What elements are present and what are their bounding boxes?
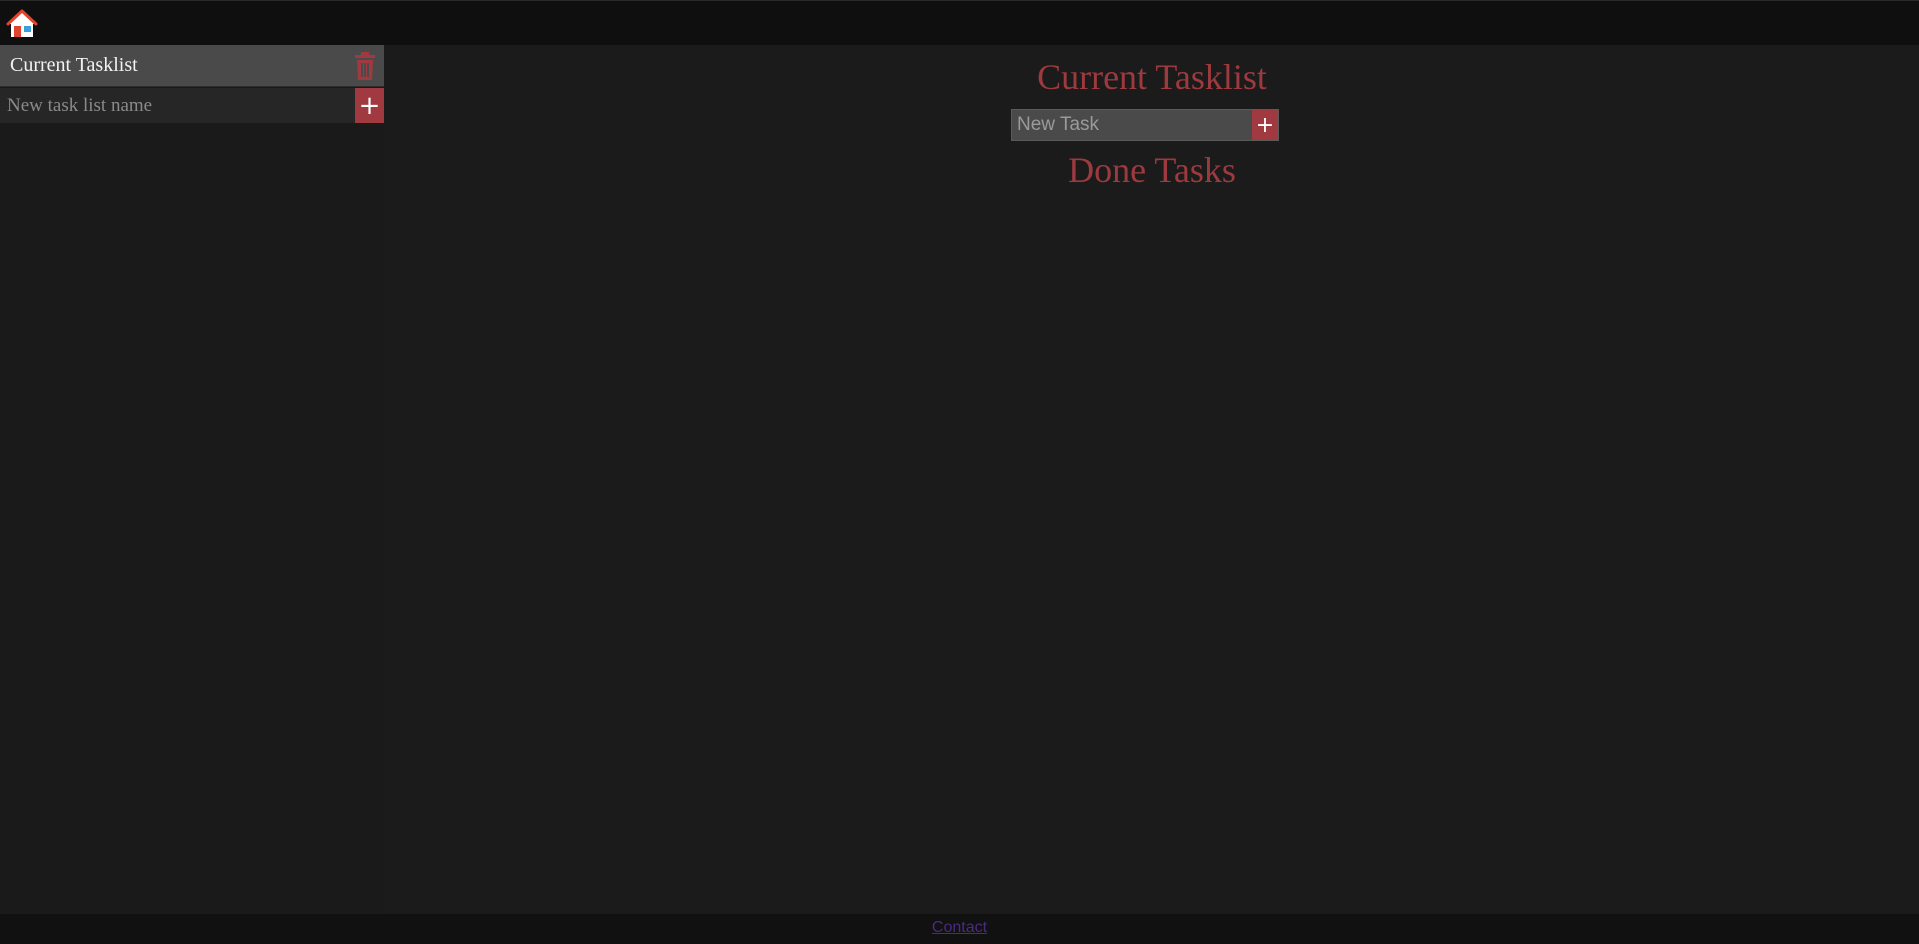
tasklist-item-current[interactable]: Current Tasklist — [0, 45, 384, 87]
home-icon[interactable] — [6, 8, 38, 40]
trash-icon[interactable] — [352, 51, 378, 81]
add-tasklist-button[interactable]: + — [355, 88, 384, 123]
page-title: Current Tasklist — [1037, 57, 1267, 97]
main-content: Current Tasklist + Done Tasks — [385, 45, 1919, 914]
contact-link[interactable]: Contact — [932, 919, 987, 936]
footer: Contact — [0, 914, 1919, 944]
new-task-input[interactable] — [1012, 110, 1252, 140]
new-tasklist-row: + — [0, 88, 384, 123]
new-tasklist-input[interactable] — [0, 88, 354, 123]
top-bar — [0, 0, 1919, 45]
add-task-button[interactable]: + — [1252, 110, 1278, 140]
done-tasks-heading: Done Tasks — [1068, 150, 1236, 190]
new-task-row: + — [1011, 109, 1279, 141]
tasklist-item-label: Current Tasklist — [10, 54, 138, 76]
tasklist-sidebar: Current Tasklist + — [0, 45, 385, 914]
